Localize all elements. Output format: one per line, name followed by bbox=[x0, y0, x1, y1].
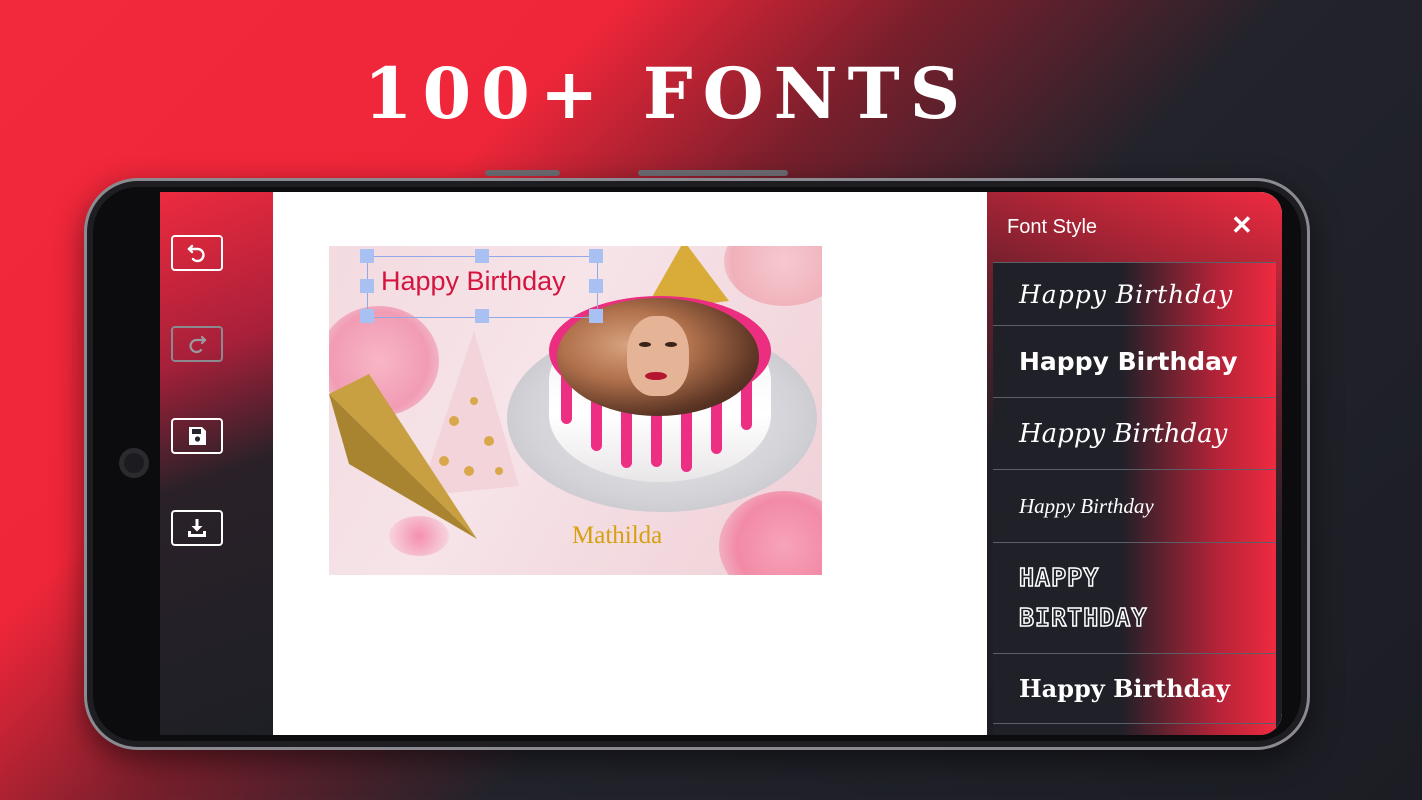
resize-handle[interactable] bbox=[360, 309, 374, 323]
undo-icon bbox=[187, 244, 205, 263]
close-icon[interactable]: ✕ bbox=[1231, 210, 1253, 241]
font-option[interactable]: Happy Birthday bbox=[993, 653, 1276, 723]
toolbar bbox=[160, 192, 273, 735]
font-option-label: Happy Birthday bbox=[1019, 418, 1228, 449]
greeting-text[interactable]: Happy Birthday bbox=[381, 266, 566, 297]
undo-button[interactable] bbox=[171, 235, 223, 271]
name-text[interactable]: Mathilda bbox=[572, 522, 662, 550]
redo-button[interactable] bbox=[171, 326, 223, 362]
font-style-panel: Font Style ✕ Happy Birthday Happy Birthd… bbox=[987, 192, 1282, 735]
photo-lips bbox=[645, 372, 667, 380]
editor-canvas[interactable]: Happy Birthday Mathilda bbox=[273, 192, 987, 735]
greeting-card[interactable]: Happy Birthday Mathilda bbox=[329, 246, 822, 575]
headline: 100+ FONTS bbox=[363, 52, 971, 135]
front-camera bbox=[119, 448, 149, 478]
font-list[interactable]: Happy Birthday Happy Birthday Happy Birt… bbox=[993, 262, 1276, 735]
photo-eye bbox=[639, 342, 651, 347]
download-button[interactable] bbox=[171, 510, 223, 546]
resize-handle[interactable] bbox=[589, 249, 603, 263]
resize-handle[interactable] bbox=[589, 279, 603, 293]
font-option[interactable]: Happy Birthday bbox=[993, 325, 1276, 397]
font-option[interactable]: Happy Birthday bbox=[993, 397, 1276, 469]
photo-eye bbox=[665, 342, 677, 347]
resize-handle[interactable] bbox=[475, 309, 489, 323]
font-option[interactable]: Happy Birthday bbox=[993, 262, 1276, 325]
phone-button-top-2 bbox=[638, 170, 788, 176]
font-option-partial[interactable] bbox=[993, 723, 1276, 735]
resize-handle[interactable] bbox=[360, 279, 374, 293]
resize-handle[interactable] bbox=[360, 249, 374, 263]
photo-face bbox=[627, 316, 689, 396]
pink-pompom-right bbox=[719, 491, 822, 575]
panel-title: Font Style bbox=[1007, 216, 1098, 238]
resize-handle[interactable] bbox=[475, 249, 489, 263]
font-option-label: Happy Birthday bbox=[1019, 347, 1238, 376]
app-screen: Happy Birthday Mathilda Font Style ✕ Hap… bbox=[160, 192, 1282, 735]
save-icon bbox=[189, 427, 206, 445]
save-button[interactable] bbox=[171, 418, 223, 454]
phone-button-top-1 bbox=[485, 170, 560, 176]
download-icon bbox=[188, 519, 206, 537]
font-option[interactable]: HAPPY BIRTHDAY bbox=[993, 542, 1276, 653]
resize-handle[interactable] bbox=[589, 309, 603, 323]
font-option-label: HAPPY BIRTHDAY bbox=[1018, 562, 1148, 633]
redo-icon bbox=[189, 335, 207, 354]
font-option-label: Happy Birthday bbox=[1019, 674, 1230, 703]
font-option-label: Happy Birthday bbox=[1019, 493, 1154, 518]
font-option[interactable]: Happy Birthday bbox=[993, 469, 1276, 542]
gold-glitter-hat bbox=[329, 374, 477, 539]
font-option-label: Happy Birthday bbox=[1019, 279, 1234, 309]
